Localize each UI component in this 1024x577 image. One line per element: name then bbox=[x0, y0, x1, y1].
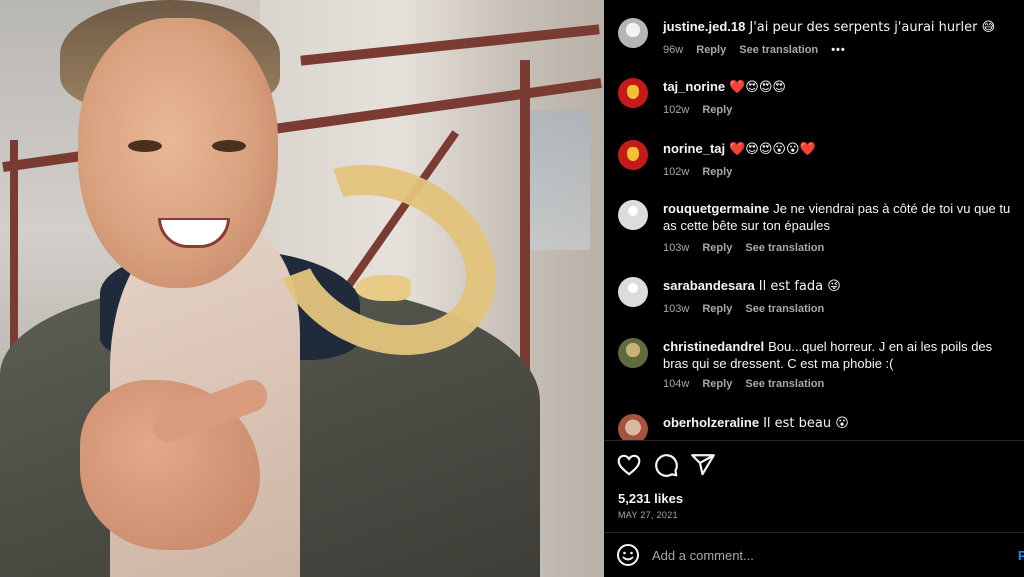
post-photo[interactable] bbox=[0, 0, 604, 577]
reply-button[interactable]: Reply bbox=[702, 166, 732, 178]
photo-face bbox=[78, 18, 278, 288]
comment-text: rouquetgermaine Je ne viendrai pas à côté… bbox=[663, 200, 1018, 234]
comment-body: J'ai peur des serpents j'aurai hurler 😅 bbox=[749, 20, 996, 35]
comment-icon[interactable] bbox=[653, 452, 679, 478]
comment-body: Il est fada 😜 bbox=[758, 279, 841, 294]
comment-time: 102w bbox=[663, 166, 690, 178]
avatar[interactable] bbox=[618, 277, 648, 307]
post-comment-button[interactable]: P bbox=[1018, 548, 1024, 563]
comment-time: 104w bbox=[663, 378, 690, 390]
comment-text: norine_taj ❤️😍😍😮😮❤️ bbox=[663, 140, 1018, 158]
post-date[interactable]: MAY 27, 2021 bbox=[618, 510, 678, 520]
comment-text: christinedandrel Bou...quel horreur. J en… bbox=[663, 338, 1018, 372]
likes-count[interactable]: 5,231 likes bbox=[618, 491, 683, 506]
comment-meta: 103w Reply See translation bbox=[663, 242, 834, 254]
photo-window bbox=[520, 110, 590, 250]
comment-text: taj_norine ❤️😍😍😍 bbox=[663, 78, 1018, 96]
see-translation-button[interactable]: See translation bbox=[745, 242, 824, 254]
comment-username[interactable]: justine.jed.18 bbox=[663, 19, 745, 34]
comment-body: ❤️😍😍😍 bbox=[729, 80, 786, 95]
photo-eye bbox=[128, 140, 162, 152]
see-translation-button[interactable]: See translation bbox=[745, 303, 824, 315]
reply-button[interactable]: Reply bbox=[702, 104, 732, 116]
add-comment-bar: P bbox=[604, 533, 1024, 577]
avatar[interactable] bbox=[618, 18, 648, 48]
see-translation-button[interactable]: See translation bbox=[739, 44, 818, 56]
divider bbox=[604, 440, 1024, 441]
emoji-icon[interactable] bbox=[616, 543, 640, 567]
comment-username[interactable]: taj_norine bbox=[663, 79, 725, 94]
reply-button[interactable]: Reply bbox=[702, 378, 732, 390]
comment-meta: 96w Reply See translation ••• bbox=[663, 44, 856, 56]
comment-text: oberholzeraline Il est beau 😮 bbox=[663, 414, 1018, 432]
avatar[interactable] bbox=[618, 140, 648, 170]
reply-button[interactable]: Reply bbox=[696, 44, 726, 56]
avatar[interactable] bbox=[618, 414, 648, 440]
comment-meta: 103w Reply See translation bbox=[663, 303, 834, 315]
post-side-panel: justine.jed.18 J'ai peur des serpents j'a… bbox=[604, 0, 1024, 577]
comments-list[interactable]: justine.jed.18 J'ai peur des serpents j'a… bbox=[604, 0, 1024, 440]
heart-icon[interactable] bbox=[616, 452, 642, 478]
avatar[interactable] bbox=[618, 338, 648, 368]
photo-eye bbox=[212, 140, 246, 152]
comment-time: 102w bbox=[663, 104, 690, 116]
comment-meta: 102w Reply bbox=[663, 104, 742, 116]
comment-username[interactable]: norine_taj bbox=[663, 141, 725, 156]
avatar[interactable] bbox=[618, 78, 648, 108]
comment-text: justine.jed.18 J'ai peur des serpents j'a… bbox=[663, 18, 1018, 36]
reply-button[interactable]: Reply bbox=[702, 303, 732, 315]
comment-input[interactable] bbox=[652, 545, 972, 565]
comment-time: 96w bbox=[663, 44, 684, 56]
comment-time: 103w bbox=[663, 242, 690, 254]
photo-snake-head bbox=[355, 275, 411, 301]
comment-meta: 102w Reply bbox=[663, 166, 742, 178]
comment-meta: 104w Reply See translation bbox=[663, 378, 834, 390]
comment-body: Il est beau 😮 bbox=[763, 416, 849, 431]
comment-username[interactable]: rouquetgermaine bbox=[663, 201, 769, 216]
more-options-button[interactable]: ••• bbox=[831, 44, 846, 56]
comment-username[interactable]: sarabandesara bbox=[663, 278, 755, 293]
comment-username[interactable]: oberholzeraline bbox=[663, 415, 759, 430]
comment-username[interactable]: christinedandrel bbox=[663, 339, 764, 354]
reply-button[interactable]: Reply bbox=[702, 242, 732, 254]
comment-body: ❤️😍😍😮😮❤️ bbox=[729, 142, 816, 157]
see-translation-button[interactable]: See translation bbox=[745, 378, 824, 390]
comment-text: sarabandesara Il est fada 😜 bbox=[663, 277, 1018, 295]
avatar[interactable] bbox=[618, 200, 648, 230]
share-icon[interactable] bbox=[690, 452, 716, 478]
comment-time: 103w bbox=[663, 303, 690, 315]
